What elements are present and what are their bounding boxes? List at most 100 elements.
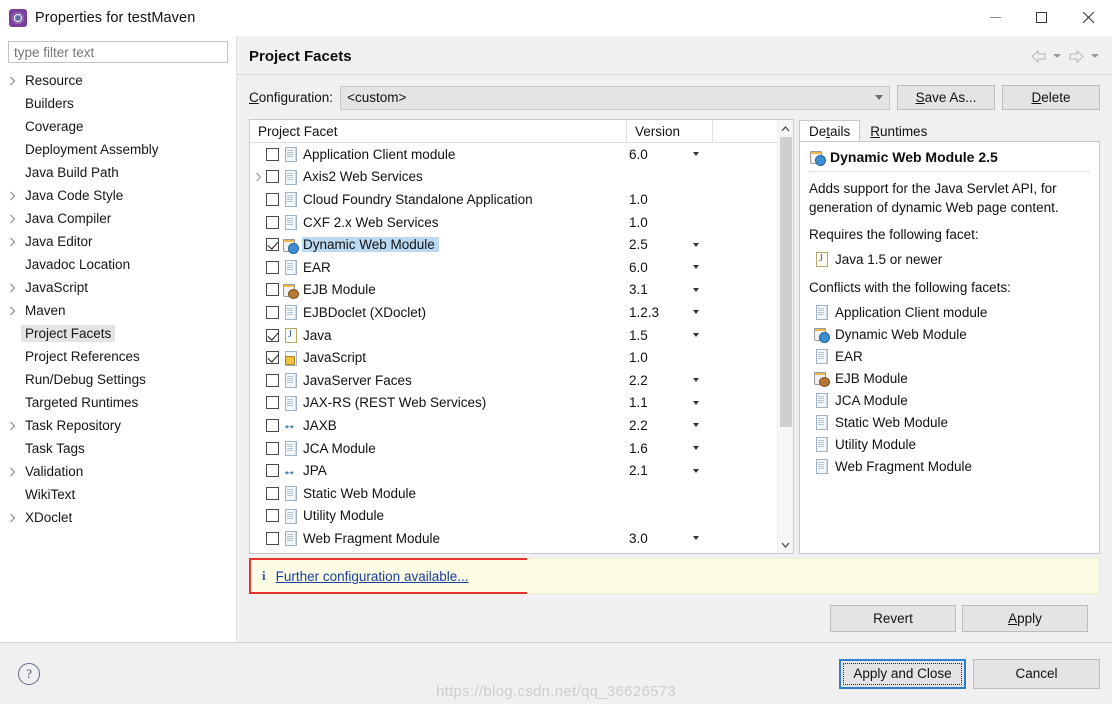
sidebar-item-targeted-runtimes[interactable]: Targeted Runtimes bbox=[0, 391, 236, 414]
sidebar-item-java-editor[interactable]: Java Editor bbox=[0, 230, 236, 253]
facet-checkbox[interactable] bbox=[266, 305, 279, 319]
version-chevron-down-icon[interactable] bbox=[693, 265, 699, 270]
sidebar-item-validation[interactable]: Validation bbox=[0, 460, 236, 483]
facet-checkbox[interactable] bbox=[266, 396, 279, 410]
facet-checkbox[interactable] bbox=[266, 170, 279, 184]
scroll-up-icon[interactable] bbox=[778, 120, 794, 137]
table-row[interactable]: EJBDoclet (XDoclet) 1.2.3 bbox=[250, 301, 793, 324]
forward-menu-chevron-down-icon[interactable] bbox=[1088, 46, 1102, 66]
facet-checkbox[interactable] bbox=[266, 373, 279, 387]
sidebar-item-deployment-assembly[interactable]: Deployment Assembly bbox=[0, 138, 236, 161]
sidebar-item-run-debug-settings[interactable]: Run/Debug Settings bbox=[0, 368, 236, 391]
filter-input[interactable] bbox=[8, 41, 228, 63]
tab-runtimes[interactable]: Runtimes bbox=[860, 120, 938, 142]
facet-version: 3.0 bbox=[629, 530, 648, 546]
table-row[interactable]: JCA Module 1.6 bbox=[250, 437, 793, 460]
save-as-button[interactable]: Save As... bbox=[897, 85, 995, 110]
facet-version: 2.5 bbox=[629, 237, 648, 253]
facet-checkbox[interactable] bbox=[266, 215, 279, 229]
sidebar-item-coverage[interactable]: Coverage bbox=[0, 115, 236, 138]
column-header-version[interactable]: Version bbox=[627, 119, 713, 143]
facet-checkbox[interactable] bbox=[266, 283, 279, 297]
help-icon[interactable]: ? bbox=[18, 662, 40, 685]
sidebar-item-javadoc-location[interactable]: Javadoc Location bbox=[0, 253, 236, 276]
table-row[interactable]: Utility Module bbox=[250, 505, 793, 528]
version-chevron-down-icon[interactable] bbox=[693, 152, 699, 157]
scroll-down-icon[interactable] bbox=[778, 536, 794, 553]
version-chevron-down-icon[interactable] bbox=[693, 287, 699, 292]
table-row[interactable]: EAR 6.0 bbox=[250, 256, 793, 279]
table-row[interactable]: Application Client module 6.0 bbox=[250, 143, 793, 166]
sidebar-item-resource[interactable]: Resource bbox=[0, 69, 236, 92]
table-row[interactable]: EJB Module 3.1 bbox=[250, 279, 793, 302]
table-row[interactable]: Axis2 Web Services bbox=[250, 166, 793, 189]
sidebar-item-builders[interactable]: Builders bbox=[0, 92, 236, 115]
facet-checkbox[interactable] bbox=[266, 147, 279, 161]
revert-button[interactable]: Revert bbox=[830, 604, 956, 632]
sidebar-item-java-compiler[interactable]: Java Compiler bbox=[0, 207, 236, 230]
further-configuration-link[interactable]: Further configuration available... bbox=[276, 569, 469, 584]
facet-checkbox[interactable] bbox=[266, 238, 279, 252]
facet-checkbox[interactable] bbox=[266, 531, 279, 545]
version-chevron-down-icon[interactable] bbox=[693, 333, 699, 338]
table-row[interactable]: CXF 2.x Web Services 1.0 bbox=[250, 211, 793, 234]
delete-button[interactable]: Delete bbox=[1002, 85, 1100, 110]
facet-checkbox[interactable] bbox=[266, 509, 279, 523]
back-menu-chevron-down-icon[interactable] bbox=[1050, 46, 1064, 66]
table-row[interactable]: Web Fragment Module 3.0 bbox=[250, 527, 793, 550]
sidebar-item-xdoclet[interactable]: XDoclet bbox=[0, 506, 236, 529]
sidebar-item-project-facets[interactable]: Project Facets bbox=[0, 322, 236, 345]
cancel-button[interactable]: Cancel bbox=[973, 658, 1100, 689]
version-chevron-down-icon[interactable] bbox=[693, 468, 699, 473]
maximize-button[interactable] bbox=[1018, 0, 1064, 36]
version-chevron-down-icon[interactable] bbox=[693, 536, 699, 541]
web-module-icon bbox=[809, 149, 826, 166]
version-chevron-down-icon[interactable] bbox=[693, 242, 699, 247]
scrollbar-track[interactable] bbox=[778, 137, 794, 536]
facet-checkbox[interactable] bbox=[266, 418, 279, 432]
sidebar-item-java-build-path[interactable]: Java Build Path bbox=[0, 161, 236, 184]
version-chevron-down-icon[interactable] bbox=[693, 446, 699, 451]
column-header-project-facet[interactable]: Project Facet bbox=[250, 119, 627, 143]
minimize-button[interactable] bbox=[972, 0, 1018, 36]
chevron-right-icon bbox=[4, 306, 21, 316]
tab-details[interactable]: De t ails bbox=[799, 120, 861, 142]
details-divider bbox=[809, 171, 1090, 172]
version-chevron-down-icon[interactable] bbox=[693, 400, 699, 405]
version-chevron-down-icon[interactable] bbox=[693, 423, 699, 428]
sidebar-item-project-references[interactable]: Project References bbox=[0, 345, 236, 368]
version-chevron-down-icon[interactable] bbox=[693, 310, 699, 315]
facet-checkbox[interactable] bbox=[266, 260, 279, 274]
table-row[interactable]: Dynamic Web Module 2.5 bbox=[250, 233, 793, 256]
table-row[interactable]: JavaServer Faces 2.2 bbox=[250, 369, 793, 392]
chevron-right-icon[interactable] bbox=[250, 172, 266, 182]
table-row[interactable]: JAXB 2.2 bbox=[250, 414, 793, 437]
facet-checkbox[interactable] bbox=[266, 464, 279, 478]
sidebar-item-task-repository[interactable]: Task Repository bbox=[0, 414, 236, 437]
facet-checkbox[interactable] bbox=[266, 486, 279, 500]
close-button[interactable] bbox=[1064, 0, 1112, 36]
forward-arrow-icon[interactable] bbox=[1065, 46, 1087, 66]
table-row[interactable]: Java 1.5 bbox=[250, 324, 793, 347]
sidebar-item-javascript[interactable]: JavaScript bbox=[0, 276, 236, 299]
facets-scrollbar[interactable] bbox=[777, 120, 793, 553]
table-row[interactable]: JavaScript 1.0 bbox=[250, 346, 793, 369]
table-row[interactable]: Static Web Module bbox=[250, 482, 793, 505]
sidebar-item-java-code-style[interactable]: Java Code Style bbox=[0, 184, 236, 207]
table-row[interactable]: JPA 2.1 bbox=[250, 459, 793, 482]
table-row[interactable]: JAX-RS (REST Web Services) 1.1 bbox=[250, 392, 793, 415]
apply-button[interactable]: Apply bbox=[962, 604, 1088, 632]
facet-checkbox[interactable] bbox=[266, 351, 279, 365]
sidebar-item-task-tags[interactable]: Task Tags bbox=[0, 437, 236, 460]
apply-and-close-button[interactable]: Apply and Close bbox=[839, 658, 966, 689]
sidebar-item-maven[interactable]: Maven bbox=[0, 299, 236, 322]
table-row[interactable]: Cloud Foundry Standalone Application 1.0 bbox=[250, 188, 793, 211]
facet-checkbox[interactable] bbox=[266, 328, 279, 342]
back-arrow-icon[interactable] bbox=[1027, 46, 1049, 66]
configuration-select[interactable]: <custom> bbox=[340, 85, 890, 110]
facet-checkbox[interactable] bbox=[266, 441, 279, 455]
version-chevron-down-icon[interactable] bbox=[693, 378, 699, 383]
scrollbar-thumb[interactable] bbox=[779, 137, 792, 427]
sidebar-item-wikitext[interactable]: WikiText bbox=[0, 483, 236, 506]
facet-checkbox[interactable] bbox=[266, 192, 279, 206]
